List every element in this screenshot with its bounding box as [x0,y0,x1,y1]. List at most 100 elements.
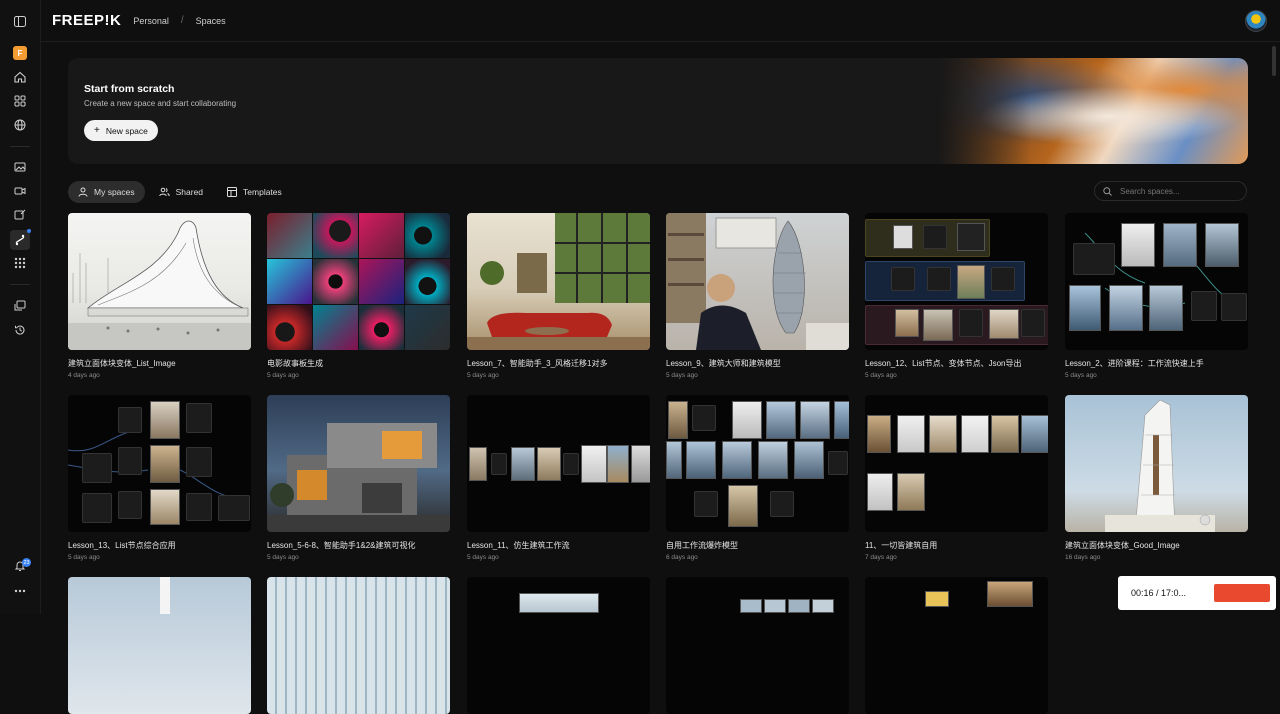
space-thumbnail[interactable] [1065,395,1248,532]
space-card[interactable]: Lesson_2、进阶课程：工作流快速上手 5 days ago [1065,213,1248,379]
tab-my-spaces[interactable]: My spaces [68,181,145,203]
tab-shared[interactable]: Shared [149,181,213,203]
space-date: 5 days ago [267,372,299,379]
history-icon[interactable] [11,321,29,339]
space-title: Lesson_12、List节点、变体节点、Json导出 [865,359,1022,368]
workflow-node [82,453,112,483]
space-thumbnail[interactable] [865,395,1048,532]
space-card[interactable]: 11、一切皆建筑自用 7 days ago [865,395,1048,561]
workflow-image [925,591,949,607]
sidebar: F 23 [0,0,41,614]
workflow-node [186,403,212,433]
scrollbar[interactable] [1272,46,1276,76]
new-space-button[interactable]: + New space [84,120,158,141]
banner-subtitle: Create a new space and start collaborati… [84,99,237,108]
banner-artwork [938,58,1248,164]
space-date: 5 days ago [467,372,499,379]
more-icon[interactable] [11,582,29,600]
notification-badge: 23 [22,558,31,567]
workflow-image [581,445,607,483]
freepik-logo[interactable]: FREEP!K [52,12,121,29]
video-icon[interactable] [11,182,29,200]
space-thumbnail[interactable] [267,395,450,532]
space-card[interactable] [68,577,251,714]
modern-house-image [267,423,450,532]
space-thumbnail[interactable] [666,395,849,532]
space-thumbnail[interactable] [68,213,251,350]
space-title: 建筑立面体块变体_Good_Image [1065,541,1180,550]
workflow-image [834,401,849,439]
workflow-node [491,453,507,475]
space-card[interactable]: 自用工作流爆炸模型 6 days ago [666,395,849,561]
home-icon[interactable] [11,68,29,86]
space-title: Lesson_2、进阶课程：工作流快速上手 [1065,359,1204,368]
workflow-image [469,447,487,481]
space-thumbnail[interactable] [666,577,849,714]
space-thumbnail[interactable] [1065,213,1248,350]
workflow-node [186,493,212,521]
space-card[interactable]: Lesson_13、List节点综合应用 5 days ago [68,395,251,561]
stack-icon[interactable] [11,297,29,315]
space-date: 5 days ago [1065,372,1097,379]
apps-grid-icon[interactable] [11,92,29,110]
space-date: 5 days ago [666,372,698,379]
workspace-icon[interactable]: F [11,44,29,62]
workflow-node [218,495,250,521]
space-card[interactable] [467,577,650,714]
space-card[interactable]: 电影故事板生成 5 days ago [267,213,450,379]
space-card[interactable] [666,577,849,714]
workflow-image [150,401,180,439]
workflow-image [957,223,985,251]
breadcrumb-personal[interactable]: Personal [133,16,169,26]
workflow-image [668,401,688,439]
tab-templates[interactable]: Templates [217,181,292,203]
search-input[interactable] [1118,185,1242,197]
start-from-scratch-banner: Start from scratch Create a new space an… [68,58,1248,164]
space-card[interactable] [267,577,450,714]
workflow-node [118,447,142,475]
workflow-node [1073,243,1115,275]
space-date: 16 days ago [1065,554,1101,561]
workflow-node [923,225,947,249]
globe-icon[interactable] [11,116,29,134]
spaces-dot [27,229,31,233]
space-thumbnail[interactable] [467,213,650,350]
space-thumbnail[interactable] [68,577,251,714]
edit-image-icon[interactable] [11,206,29,224]
space-card[interactable]: Lesson_12、List节点、变体节点、Json导出 5 days ago [865,213,1048,379]
workflow-node [118,491,142,519]
grid-icon[interactable] [11,254,29,272]
space-card[interactable] [865,577,1048,714]
space-card[interactable]: Lesson_9、建筑大师和建筑模型 5 days ago [666,213,849,379]
space-card[interactable]: Lesson_7、智能助手_3_风格迁移1对多 5 days ago [467,213,650,379]
space-card[interactable]: Lesson_5-6-8、智能助手1&2&建筑可视化 5 days ago [267,395,450,561]
workflow-image [961,415,989,453]
space-date: 5 days ago [68,554,100,561]
player-logo[interactable] [1214,584,1270,602]
space-thumbnail[interactable] [865,577,1048,714]
image-icon[interactable] [11,158,29,176]
workflow-image [812,599,834,613]
video-player-controls[interactable]: 00:16 / 17:0... [1118,576,1276,610]
space-card[interactable]: Lesson_11、仿生建筑工作流 5 days ago [467,395,650,561]
space-title: Lesson_5-6-8、智能助手1&2&建筑可视化 [267,541,416,550]
spaces-icon[interactable] [10,229,31,250]
banner-title: Start from scratch [84,83,175,95]
space-date: 5 days ago [267,554,299,561]
breadcrumb-spaces[interactable]: Spaces [196,16,226,26]
space-thumbnail[interactable] [68,395,251,532]
space-thumbnail[interactable] [267,577,450,714]
space-card[interactable]: 建筑立面体块变体_Good_Image 16 days ago [1065,395,1248,561]
panel-toggle-icon[interactable] [11,12,29,30]
space-thumbnail[interactable] [865,213,1048,350]
space-thumbnail[interactable] [467,577,650,714]
tab-shared-label: Shared [175,187,204,197]
space-thumbnail[interactable] [467,395,650,532]
space-thumbnail[interactable] [267,213,450,350]
space-date: 4 days ago [68,372,100,379]
storyboard-frame [405,259,450,304]
space-thumbnail[interactable] [666,213,849,350]
space-card[interactable]: 建筑立面体块变体_List_Image 4 days ago [68,213,251,379]
avatar[interactable] [1245,10,1267,32]
workflow-image [893,225,913,249]
